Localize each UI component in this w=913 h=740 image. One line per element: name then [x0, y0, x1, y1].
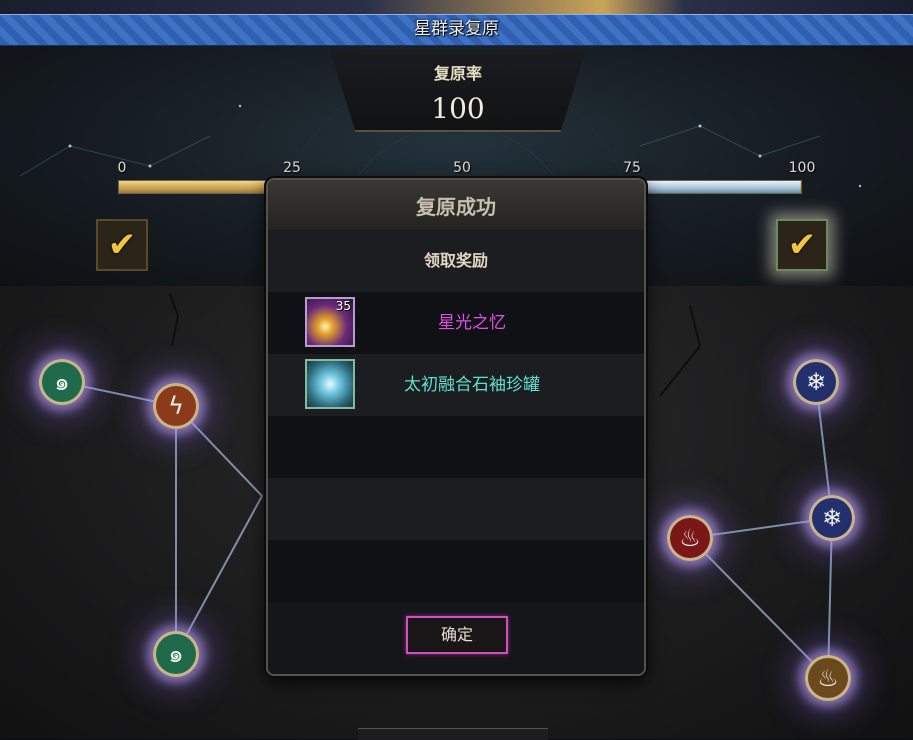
milestone-reward-100[interactable]: ✔ [776, 219, 828, 271]
snowflake-icon: ❄ [821, 504, 843, 532]
swirl-icon: ๑ [54, 368, 70, 396]
constellation-node-fire[interactable]: ♨ [667, 515, 713, 561]
progress-tick: 0 [117, 160, 127, 176]
restore-rate-value: 100 [431, 92, 485, 125]
progress-tick: 100 [788, 160, 816, 176]
dialog-title: 复原成功 [268, 180, 644, 230]
swirl-icon: ๑ [168, 640, 184, 668]
background-banner [0, 0, 913, 14]
dialog-row [268, 540, 644, 602]
restore-progress-fill-end [640, 181, 800, 193]
check-icon: ✔ [107, 225, 137, 265]
snowflake-icon: ❄ [805, 368, 827, 396]
constellation-node-ice[interactable]: ❄ [809, 495, 855, 541]
restore-rate-label: 复原率 [433, 64, 482, 83]
check-icon: ✔ [787, 225, 817, 265]
flame-icon: ♨ [679, 524, 701, 552]
progress-tick: 25 [283, 160, 301, 176]
dialog-row [268, 478, 644, 540]
milestone-reward-0[interactable]: ✔ [96, 219, 148, 271]
dialog-subtitle: 领取奖励 [423, 251, 488, 270]
constellation-node-lightning[interactable]: ϟ [153, 383, 199, 429]
window-title: 星群录复原 [414, 19, 499, 39]
reward-item-name: 星光之忆 [438, 313, 506, 333]
flame-icon: ♨ [817, 664, 839, 692]
constellation-node-wind[interactable]: ๑ [153, 631, 199, 677]
progress-tick: 75 [623, 160, 641, 176]
progress-tick: 50 [453, 160, 471, 176]
constellation-node-light[interactable]: ♨ [805, 655, 851, 701]
constellation-node-ice[interactable]: ❄ [793, 359, 839, 405]
constellation-node-wind[interactable]: ๑ [39, 359, 85, 405]
confirm-button[interactable]: 确定 [406, 616, 508, 654]
dialog-row [268, 416, 644, 478]
lightning-icon: ϟ [168, 392, 184, 420]
restore-success-dialog: 复原成功 领取奖励 35 星光之忆 太初融合石袖珍罐 确定 [266, 178, 646, 676]
reward-item-name: 太初融合石袖珍罐 [404, 375, 540, 395]
bottom-tab [358, 728, 548, 740]
